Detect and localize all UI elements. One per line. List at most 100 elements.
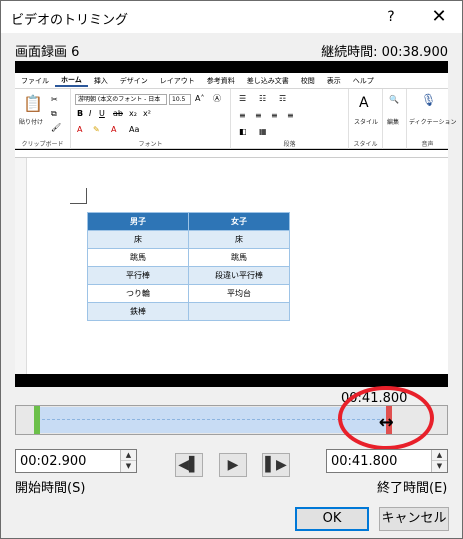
table-header: 女子 <box>188 212 290 231</box>
multilevel-icon: ☶ <box>279 94 287 103</box>
horizontal-ruler <box>15 150 448 158</box>
video-preview: ファイル ホーム 挿入 デザイン レイアウト 参考資料 差し込み文書 校閲 表示… <box>15 61 456 387</box>
table-row: 床 床 <box>87 230 290 249</box>
table-header-row: 男子 女子 <box>87 212 290 231</box>
increment-icon[interactable]: ▲ <box>432 450 447 461</box>
highlight-icon: ✎ <box>93 125 100 134</box>
increment-icon[interactable]: ▲ <box>121 450 136 461</box>
table-cell: 床 <box>87 230 189 249</box>
grow-font-icon: A˄ <box>195 94 205 103</box>
table-cell: 跳馬 <box>87 248 189 267</box>
clear-format-icon: Ⓐ <box>213 94 221 103</box>
decrement-icon[interactable]: ▼ <box>121 461 136 472</box>
voice-group-label: 音声 <box>421 141 434 148</box>
editing-label: 編集 <box>387 119 400 126</box>
align-center-icon: ≡ <box>255 111 262 120</box>
stepper-arrows: ▲ ▼ <box>431 450 447 472</box>
cancel-button[interactable]: キャンセル <box>379 507 449 531</box>
table-cell: つり輪 <box>87 284 189 303</box>
start-time-label: 開始時間(S) <box>15 481 86 496</box>
text-effect-icon: A <box>77 125 83 134</box>
font-name-box: 游明朝 (本文のフォント - 日本 <box>75 94 167 105</box>
dialog-title: ビデオのトリミング <box>11 13 129 28</box>
paste-icon: 📋 <box>23 94 43 113</box>
table-cell: 平行棒 <box>87 266 189 285</box>
audio-waveform <box>42 419 380 420</box>
tab-mailings: 差し込み文書 <box>246 76 289 85</box>
start-trim-handle[interactable] <box>33 406 40 434</box>
superscript-icon: x² <box>143 109 151 118</box>
align-right-icon: ≡ <box>271 111 278 120</box>
previous-frame-button[interactable]: ◀▌ <box>175 453 203 477</box>
find-icon: 🔍 <box>389 95 399 104</box>
shading-icon: ◧ <box>239 127 247 136</box>
style-group-label: スタイル <box>353 141 378 148</box>
clipboard-group: 📋 貼り付け ✂ ⧉ 🖌 クリップボード <box>15 89 71 149</box>
clipboard-group-label: クリップボード <box>21 141 64 148</box>
table-cell: 鉄棒 <box>87 302 189 321</box>
tab-review: 校閲 <box>300 76 315 85</box>
video-name: 画面録画 6 <box>15 45 80 60</box>
underline-icon: U <box>99 109 105 118</box>
help-button[interactable]: ? <box>379 5 403 29</box>
tab-design: デザイン <box>119 76 148 85</box>
table-row: 鉄棒 <box>87 302 290 321</box>
editing-group: 🔍 編集 <box>383 89 407 149</box>
end-time-label: 終了時間(E) <box>377 481 448 496</box>
tab-help: ヘルプ <box>352 76 374 85</box>
change-case-icon: Aa <box>129 125 140 134</box>
dictate-label: ディクテーション <box>409 119 457 126</box>
end-time-value[interactable]: 00:41.800 <box>331 454 397 469</box>
tab-insert: 挿入 <box>93 76 108 85</box>
ok-button[interactable]: OK <box>295 507 369 531</box>
tab-view: 表示 <box>326 76 341 85</box>
font-group-label: フォント <box>138 141 163 148</box>
font-color-icon: A <box>111 125 117 134</box>
subscript-icon: x₂ <box>129 109 137 118</box>
align-left-icon: ≡ <box>239 111 246 120</box>
table-row: つり輪 平均台 <box>87 284 290 303</box>
tab-layout: レイアウト <box>159 76 195 85</box>
word-ribbon-tabs: ファイル ホーム 挿入 デザイン レイアウト 参考資料 差し込み文書 校閲 表示… <box>15 73 448 89</box>
table-header: 男子 <box>87 212 189 231</box>
styles-label: スタイル <box>354 119 379 126</box>
styles-icon: A <box>359 95 369 111</box>
font-group: 游明朝 (本文のフォント - 日本 10.5 A˄ Ⓐ B I U ab x₂ … <box>71 89 231 149</box>
table-cell: 段違い平行棒 <box>188 266 290 285</box>
trim-video-dialog: ビデオのトリミング ? ✕ 画面録画 6 継続時間: 00:38.900 ファイ… <box>0 0 463 539</box>
numbering-icon: ☷ <box>259 94 267 103</box>
word-ribbon: 📋 貼り付け ✂ ⧉ 🖌 クリップボード 游明朝 (本文のフォント - 日本 1… <box>15 89 456 149</box>
margin-marker <box>86 188 87 204</box>
close-button[interactable]: ✕ <box>425 5 453 29</box>
margin-marker <box>70 203 86 204</box>
table-cell: 平均台 <box>188 284 290 303</box>
title-bar: ビデオのトリミング ? ✕ <box>1 1 462 33</box>
stepper-arrows: ▲ ▼ <box>120 450 136 472</box>
document-page: 男子 女子 床 床 跳馬 跳馬 平行棒 段違い平行棒 つり輪 平均台 鉄棒 <box>15 158 448 374</box>
play-button[interactable]: ▶ <box>219 453 247 477</box>
tab-file: ファイル <box>21 76 49 85</box>
trim-selection <box>37 407 387 433</box>
voice-group: 🎙 ディクテーション 音声 <box>407 89 456 149</box>
italic-icon: I <box>89 109 92 118</box>
font-size-box: 10.5 <box>169 94 191 105</box>
style-group: A スタイル スタイル <box>349 89 383 149</box>
next-frame-button[interactable]: ▌▶ <box>262 453 290 477</box>
tab-home: ホーム <box>55 75 88 87</box>
copy-icon: ⧉ <box>51 109 57 118</box>
paragraph-group: ☰ ☷ ☶ ≡ ≡ ≡ ≡ ◧ ▦ 段落 <box>231 89 349 149</box>
table-row: 跳馬 跳馬 <box>87 248 290 267</box>
decrement-icon[interactable]: ▼ <box>432 461 447 472</box>
bullets-icon: ☰ <box>239 94 247 103</box>
highlight-circle <box>338 386 434 450</box>
tab-references: 参考資料 <box>206 76 235 85</box>
table-cell: 床 <box>188 230 290 249</box>
borders-icon: ▦ <box>259 127 267 136</box>
justify-icon: ≡ <box>287 111 294 120</box>
vertical-ruler <box>15 158 27 374</box>
table-cell: 跳馬 <box>188 248 290 267</box>
start-time-value[interactable]: 00:02.900 <box>20 454 86 469</box>
end-time-stepper[interactable]: 00:41.800 ▲ ▼ <box>326 449 448 473</box>
duration-label: 継続時間: 00:38.900 <box>321 45 448 60</box>
start-time-stepper[interactable]: 00:02.900 ▲ ▼ <box>15 449 137 473</box>
